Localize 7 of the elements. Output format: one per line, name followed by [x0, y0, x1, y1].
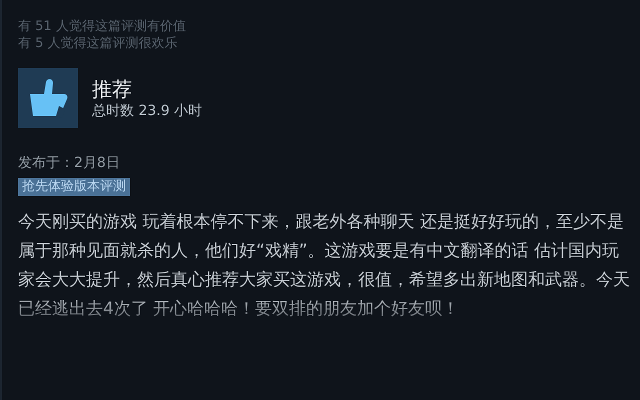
helpful-count-text: 有 51 人觉得这篇评测有价值 [18, 18, 187, 35]
review-text: 今天刚买的游戏 玩着根本停不下来，跟老外各种聊天 还是挺好好玩的，至少不是属于那种见面就杀的人，他们好“戏精”。这游戏要是有中文翻译的话 估计国内玩家会大大提升，然后真心推荐大家买这游戏，很值，希望多出新地图和武器。今天已经逃出去4次了 开心哈哈哈！要双排的朋友加个好友呗！ [18, 211, 630, 321]
helpful-count-text: 有 5 人觉得这篇评测很欢乐 [18, 35, 179, 52]
playtime-text: 总时数 23.9 小时 [92, 102, 202, 120]
posted-date: 发布于：2月8日 [18, 154, 120, 172]
early-access-badge: 抢先体验版本评测 [18, 178, 130, 196]
verdict-title: 推荐 [92, 76, 133, 102]
